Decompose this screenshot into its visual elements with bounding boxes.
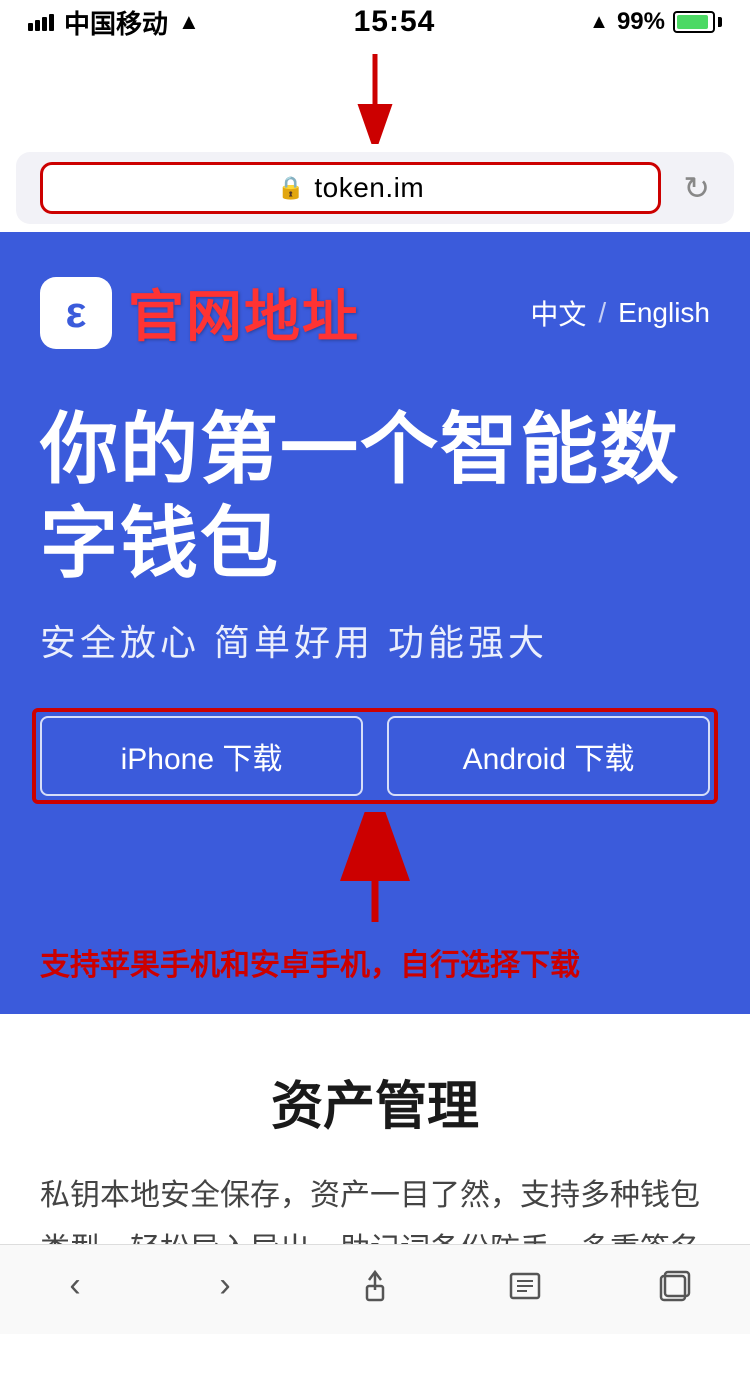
back-button[interactable]: ‹	[35, 1256, 115, 1316]
forward-button[interactable]: ›	[185, 1256, 265, 1316]
url-text: token.im	[314, 172, 424, 204]
battery-icon	[673, 11, 722, 33]
hero-subtitle: 安全放心 简单好用 功能强大	[40, 614, 710, 666]
site-logo-area: ε 官网地址	[40, 272, 360, 353]
wifi-icon: ▲	[178, 9, 200, 35]
tabs-button[interactable]	[635, 1256, 715, 1316]
annotation-arrow-icon	[335, 812, 415, 932]
url-bar[interactable]: 🔒 token.im	[40, 162, 661, 214]
bookmarks-button[interactable]	[485, 1256, 565, 1316]
battery-label: 99%	[617, 8, 665, 36]
share-icon	[357, 1268, 393, 1304]
bottom-nav: ‹ ›	[0, 1244, 750, 1334]
browser-bar: 🔒 token.im ↻	[16, 152, 734, 224]
status-left: 中国移动 ▲	[28, 4, 200, 41]
site-logo: ε	[40, 277, 112, 349]
refresh-button[interactable]: ↻	[683, 169, 710, 207]
share-button[interactable]	[335, 1256, 415, 1316]
status-right: ▲ 99%	[589, 8, 722, 36]
android-download-button[interactable]: Android 下载	[387, 716, 710, 796]
hero-title: 你的第一个智能数 字钱包	[40, 403, 710, 590]
status-time: 15:54	[354, 5, 436, 39]
language-switcher: 中文 / English	[530, 293, 710, 333]
annotation-arrow-container	[40, 812, 710, 932]
location-icon: ▲	[589, 11, 609, 34]
iphone-download-button[interactable]: iPhone 下载	[40, 716, 363, 796]
site-header: ε 官网地址 中文 / English	[40, 272, 710, 353]
lang-chinese-button[interactable]: 中文	[530, 293, 586, 333]
url-annotation-arrow	[0, 44, 750, 144]
logo-icon: ε	[66, 288, 87, 338]
carrier-label: 中国移动	[64, 4, 168, 41]
section-title: 资产管理	[40, 1064, 710, 1139]
bookmarks-icon	[507, 1268, 543, 1304]
status-bar: 中国移动 ▲ 15:54 ▲ 99%	[0, 0, 750, 44]
lang-english-button[interactable]: English	[618, 297, 710, 329]
tabs-icon	[657, 1268, 693, 1304]
browser-bar-wrapper: 🔒 token.im ↻	[0, 152, 750, 224]
signal-icon	[28, 13, 54, 31]
annotation-text: 支持苹果手机和安卓手机，自行选择下载	[40, 940, 710, 984]
hero-section: 你的第一个智能数 字钱包 安全放心 简单好用 功能强大	[40, 403, 710, 666]
lock-icon: 🔒	[277, 175, 304, 201]
website-area: ε 官网地址 中文 / English 你的第一个智能数 字钱包 安全放心 简单…	[0, 232, 750, 1014]
site-title: 官网地址	[128, 272, 360, 353]
download-buttons: iPhone 下载 Android 下载	[40, 716, 710, 796]
download-buttons-container: iPhone 下载 Android 下载	[40, 716, 710, 796]
lang-divider: /	[598, 297, 606, 329]
